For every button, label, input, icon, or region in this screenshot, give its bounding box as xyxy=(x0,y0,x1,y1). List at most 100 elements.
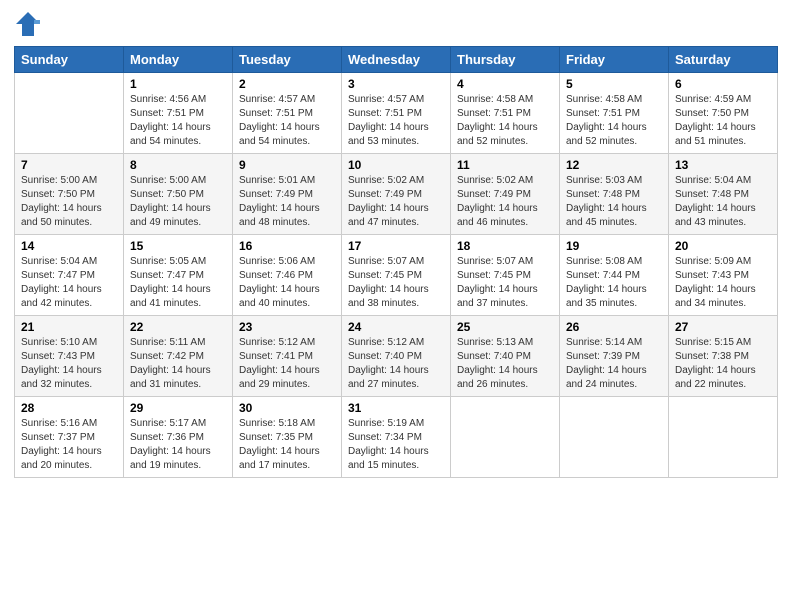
cell-info: Sunrise: 5:03 AM Sunset: 7:48 PM Dayligh… xyxy=(566,174,662,230)
cell-info: Sunrise: 5:00 AM Sunset: 7:50 PM Dayligh… xyxy=(21,174,117,230)
cell-info: Sunrise: 4:57 AM Sunset: 7:51 PM Dayligh… xyxy=(239,93,335,149)
calendar-cell: 8 Sunrise: 5:00 AM Sunset: 7:50 PM Daylig… xyxy=(124,154,233,235)
weekday-header-friday: Friday xyxy=(560,47,669,73)
calendar-cell: 21 Sunrise: 5:10 AM Sunset: 7:43 PM Dayli… xyxy=(15,316,124,397)
calendar-cell: 24 Sunrise: 5:12 AM Sunset: 7:40 PM Dayli… xyxy=(342,316,451,397)
calendar-cell: 7 Sunrise: 5:00 AM Sunset: 7:50 PM Daylig… xyxy=(15,154,124,235)
day-number: 10 xyxy=(348,158,444,172)
weekday-header-sunday: Sunday xyxy=(15,47,124,73)
calendar-week-4: 21 Sunrise: 5:10 AM Sunset: 7:43 PM Dayli… xyxy=(15,316,778,397)
cell-info: Sunrise: 5:15 AM Sunset: 7:38 PM Dayligh… xyxy=(675,336,771,392)
day-number: 3 xyxy=(348,77,444,91)
cell-info: Sunrise: 5:04 AM Sunset: 7:47 PM Dayligh… xyxy=(21,255,117,311)
calendar-cell: 17Sunrise: 5:07 AM Sunset: 7:45 PM Dayli… xyxy=(342,235,451,316)
day-number: 13 xyxy=(675,158,771,172)
header xyxy=(14,10,778,38)
day-number: 15 xyxy=(130,239,226,253)
calendar-cell: 25 Sunrise: 5:13 AM Sunset: 7:40 PM Dayli… xyxy=(451,316,560,397)
day-number: 7 xyxy=(21,158,117,172)
day-number: 14 xyxy=(21,239,117,253)
day-number: 31 xyxy=(348,401,444,415)
calendar-cell: 2 Sunrise: 4:57 AM Sunset: 7:51 PM Daylig… xyxy=(233,73,342,154)
cell-info: Sunrise: 4:58 AM Sunset: 7:51 PM Dayligh… xyxy=(566,93,662,149)
weekday-header-monday: Monday xyxy=(124,47,233,73)
calendar-cell xyxy=(451,397,560,478)
day-number: 2 xyxy=(239,77,335,91)
calendar-cell xyxy=(669,397,778,478)
calendar-week-5: 28 Sunrise: 5:16 AM Sunset: 7:37 PM Dayli… xyxy=(15,397,778,478)
day-number: 26 xyxy=(566,320,662,334)
logo xyxy=(14,10,46,38)
weekday-header-wednesday: Wednesday xyxy=(342,47,451,73)
calendar-cell: 9Sunrise: 5:01 AM Sunset: 7:49 PM Daylig… xyxy=(233,154,342,235)
page-container: SundayMondayTuesdayWednesdayThursdayFrid… xyxy=(0,0,792,488)
cell-info: Sunrise: 4:58 AM Sunset: 7:51 PM Dayligh… xyxy=(457,93,553,149)
day-number: 6 xyxy=(675,77,771,91)
logo-icon xyxy=(14,10,42,38)
cell-info: Sunrise: 5:09 AM Sunset: 7:43 PM Dayligh… xyxy=(675,255,771,311)
cell-info: Sunrise: 4:59 AM Sunset: 7:50 PM Dayligh… xyxy=(675,93,771,149)
calendar-cell: 6 Sunrise: 4:59 AM Sunset: 7:50 PM Daylig… xyxy=(669,73,778,154)
day-number: 25 xyxy=(457,320,553,334)
cell-info: Sunrise: 5:07 AM Sunset: 7:45 PM Dayligh… xyxy=(457,255,553,311)
cell-info: Sunrise: 5:10 AM Sunset: 7:43 PM Dayligh… xyxy=(21,336,117,392)
day-number: 19 xyxy=(566,239,662,253)
calendar-cell: 22 Sunrise: 5:11 AM Sunset: 7:42 PM Dayli… xyxy=(124,316,233,397)
day-number: 9 xyxy=(239,158,335,172)
calendar-cell: 10 Sunrise: 5:02 AM Sunset: 7:49 PM Dayli… xyxy=(342,154,451,235)
calendar-cell: 1 Sunrise: 4:56 AM Sunset: 7:51 PM Daylig… xyxy=(124,73,233,154)
day-number: 30 xyxy=(239,401,335,415)
day-number: 22 xyxy=(130,320,226,334)
cell-info: Sunrise: 4:57 AM Sunset: 7:51 PM Dayligh… xyxy=(348,93,444,149)
day-number: 11 xyxy=(457,158,553,172)
calendar-cell: 13 Sunrise: 5:04 AM Sunset: 7:48 PM Dayli… xyxy=(669,154,778,235)
calendar-cell: 4 Sunrise: 4:58 AM Sunset: 7:51 PM Daylig… xyxy=(451,73,560,154)
calendar-week-1: 1 Sunrise: 4:56 AM Sunset: 7:51 PM Daylig… xyxy=(15,73,778,154)
calendar-cell: 29Sunrise: 5:17 AM Sunset: 7:36 PM Dayli… xyxy=(124,397,233,478)
day-number: 4 xyxy=(457,77,553,91)
weekday-header-saturday: Saturday xyxy=(669,47,778,73)
cell-info: Sunrise: 5:18 AM Sunset: 7:35 PM Dayligh… xyxy=(239,417,335,473)
calendar-cell: 3 Sunrise: 4:57 AM Sunset: 7:51 PM Daylig… xyxy=(342,73,451,154)
cell-info: Sunrise: 5:14 AM Sunset: 7:39 PM Dayligh… xyxy=(566,336,662,392)
calendar-cell: 12 Sunrise: 5:03 AM Sunset: 7:48 PM Dayli… xyxy=(560,154,669,235)
day-number: 8 xyxy=(130,158,226,172)
calendar-cell: 26 Sunrise: 5:14 AM Sunset: 7:39 PM Dayli… xyxy=(560,316,669,397)
cell-info: Sunrise: 5:11 AM Sunset: 7:42 PM Dayligh… xyxy=(130,336,226,392)
cell-info: Sunrise: 5:08 AM Sunset: 7:44 PM Dayligh… xyxy=(566,255,662,311)
cell-info: Sunrise: 5:19 AM Sunset: 7:34 PM Dayligh… xyxy=(348,417,444,473)
cell-info: Sunrise: 5:06 AM Sunset: 7:46 PM Dayligh… xyxy=(239,255,335,311)
cell-info: Sunrise: 4:56 AM Sunset: 7:51 PM Dayligh… xyxy=(130,93,226,149)
cell-info: Sunrise: 5:04 AM Sunset: 7:48 PM Dayligh… xyxy=(675,174,771,230)
cell-info: Sunrise: 5:16 AM Sunset: 7:37 PM Dayligh… xyxy=(21,417,117,473)
day-number: 23 xyxy=(239,320,335,334)
day-number: 20 xyxy=(675,239,771,253)
day-number: 27 xyxy=(675,320,771,334)
calendar-cell: 11 Sunrise: 5:02 AM Sunset: 7:49 PM Dayli… xyxy=(451,154,560,235)
day-number: 21 xyxy=(21,320,117,334)
cell-info: Sunrise: 5:12 AM Sunset: 7:41 PM Dayligh… xyxy=(239,336,335,392)
cell-info: Sunrise: 5:02 AM Sunset: 7:49 PM Dayligh… xyxy=(348,174,444,230)
calendar-table: SundayMondayTuesdayWednesdayThursdayFrid… xyxy=(14,46,778,478)
cell-info: Sunrise: 5:12 AM Sunset: 7:40 PM Dayligh… xyxy=(348,336,444,392)
day-number: 24 xyxy=(348,320,444,334)
day-number: 5 xyxy=(566,77,662,91)
calendar-cell: 31 Sunrise: 5:19 AM Sunset: 7:34 PM Dayli… xyxy=(342,397,451,478)
calendar-cell: 30 Sunrise: 5:18 AM Sunset: 7:35 PM Dayli… xyxy=(233,397,342,478)
cell-info: Sunrise: 5:13 AM Sunset: 7:40 PM Dayligh… xyxy=(457,336,553,392)
weekday-header-row: SundayMondayTuesdayWednesdayThursdayFrid… xyxy=(15,47,778,73)
calendar-cell xyxy=(560,397,669,478)
day-number: 28 xyxy=(21,401,117,415)
calendar-cell: 14 Sunrise: 5:04 AM Sunset: 7:47 PM Dayli… xyxy=(15,235,124,316)
day-number: 16 xyxy=(239,239,335,253)
weekday-header-thursday: Thursday xyxy=(451,47,560,73)
day-number: 1 xyxy=(130,77,226,91)
calendar-cell: 18Sunrise: 5:07 AM Sunset: 7:45 PM Dayli… xyxy=(451,235,560,316)
calendar-cell: 28 Sunrise: 5:16 AM Sunset: 7:37 PM Dayli… xyxy=(15,397,124,478)
day-number: 12 xyxy=(566,158,662,172)
cell-info: Sunrise: 5:02 AM Sunset: 7:49 PM Dayligh… xyxy=(457,174,553,230)
cell-info: Sunrise: 5:00 AM Sunset: 7:50 PM Dayligh… xyxy=(130,174,226,230)
calendar-cell: 16 Sunrise: 5:06 AM Sunset: 7:46 PM Dayli… xyxy=(233,235,342,316)
calendar-cell: 19 Sunrise: 5:08 AM Sunset: 7:44 PM Dayli… xyxy=(560,235,669,316)
calendar-cell: 15Sunrise: 5:05 AM Sunset: 7:47 PM Dayli… xyxy=(124,235,233,316)
